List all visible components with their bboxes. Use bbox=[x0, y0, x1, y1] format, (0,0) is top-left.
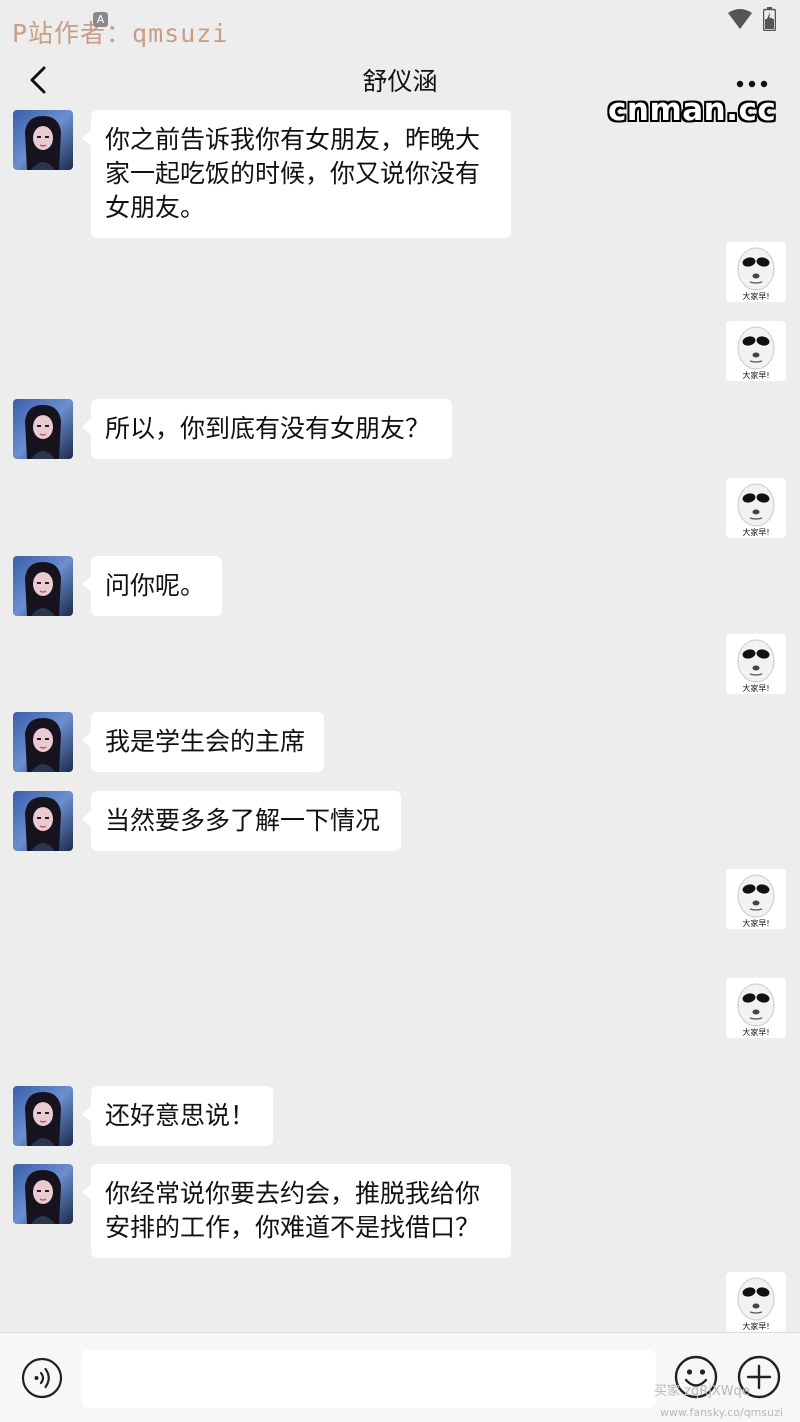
my-avatar[interactable]: 大家早! bbox=[726, 1272, 786, 1332]
svg-text:大家早!: 大家早! bbox=[742, 683, 769, 693]
message-text: 当然要多多了解一下情况 bbox=[105, 806, 381, 835]
battery-icon bbox=[763, 7, 776, 31]
meme-face-avatar-image: 大家早! bbox=[726, 321, 786, 381]
contact-avatar[interactable] bbox=[13, 791, 73, 851]
incoming-message-bubble[interactable]: 你之前告诉我你有女朋友，昨晚大 家一起吃饭的时候，你又说你没有 女朋友。 bbox=[82, 110, 511, 238]
message-text-line: 所以，你到底有没有女朋友？ bbox=[105, 412, 438, 446]
my-avatar[interactable]: 大家早! bbox=[726, 634, 786, 694]
svg-text:大家早!: 大家早! bbox=[742, 527, 769, 537]
girl-avatar-image bbox=[13, 399, 73, 459]
contact-avatar[interactable] bbox=[13, 110, 73, 170]
incoming-message-bubble[interactable]: 问你呢。 bbox=[82, 556, 222, 616]
my-avatar[interactable]: 大家早! bbox=[726, 321, 786, 381]
my-avatar[interactable]: 大家早! bbox=[726, 242, 786, 302]
my-avatar[interactable]: 大家早! bbox=[726, 869, 786, 929]
girl-avatar-image bbox=[13, 110, 73, 170]
message-text-line: 当然要多多了解一下情况 bbox=[105, 804, 387, 838]
meme-face-avatar-image: 大家早! bbox=[726, 869, 786, 929]
voice-icon bbox=[21, 1357, 63, 1399]
message-text-line: 我是学生会的主席 bbox=[105, 725, 310, 759]
meme-face-avatar-image: 大家早! bbox=[726, 978, 786, 1038]
girl-avatar-image bbox=[13, 1086, 73, 1146]
girl-avatar-image bbox=[13, 1164, 73, 1224]
my-avatar[interactable]: 大家早! bbox=[726, 478, 786, 538]
message-text: 安排的工作，你难道不是找借口？ bbox=[105, 1213, 481, 1242]
status-bar: P站作者：qmsuzi A bbox=[0, 0, 800, 52]
meme-face-avatar-image: 大家早! bbox=[726, 242, 786, 302]
meme-face-avatar-image: 大家早! bbox=[726, 634, 786, 694]
contact-avatar[interactable] bbox=[13, 556, 73, 616]
message-text: 家一起吃饭的时候，你又说你没有 bbox=[105, 159, 481, 188]
incoming-message-bubble[interactable]: 我是学生会的主席 bbox=[82, 712, 324, 772]
meme-face-avatar-image: 大家早! bbox=[726, 478, 786, 538]
message-text: 所以，你到底有没有女朋友？ bbox=[105, 414, 431, 443]
author-watermark: P站作者：qmsuzi bbox=[12, 19, 229, 48]
girl-avatar-image bbox=[13, 712, 73, 772]
signal-icon bbox=[728, 9, 752, 29]
chat-header: 舒仪涵 cnman.cc bbox=[0, 52, 800, 128]
message-text-line: 你之前告诉我你有女朋友，昨晚大 bbox=[105, 123, 497, 157]
notification-icon: A bbox=[93, 12, 108, 27]
incoming-message-bubble[interactable]: 你经常说你要去约会，推脱我给你 安排的工作，你难道不是找借口？ bbox=[82, 1164, 511, 1258]
meme-face-avatar-image: 大家早! bbox=[726, 1272, 786, 1332]
voice-button[interactable] bbox=[21, 1357, 63, 1399]
message-text: 女朋友。 bbox=[105, 193, 206, 222]
svg-text:大家早!: 大家早! bbox=[742, 291, 769, 301]
svg-text:大家早!: 大家早! bbox=[742, 1027, 769, 1037]
incoming-message-bubble[interactable]: 还好意思说！ bbox=[82, 1086, 273, 1146]
message-text: 我是学生会的主席 bbox=[105, 727, 306, 756]
message-text-line: 安排的工作，你难道不是找借口？ bbox=[105, 1211, 497, 1245]
message-text-line: 还好意思说！ bbox=[105, 1099, 259, 1133]
message-text-line: 女朋友。 bbox=[105, 191, 497, 225]
message-text: 你经常说你要去约会，推脱我给你 bbox=[105, 1179, 481, 1208]
my-avatar[interactable]: 大家早! bbox=[726, 978, 786, 1038]
contact-avatar[interactable] bbox=[13, 1164, 73, 1224]
girl-avatar-image bbox=[13, 791, 73, 851]
contact-avatar[interactable] bbox=[13, 399, 73, 459]
buyer-watermark: 买家 zqRjXWqe bbox=[654, 1384, 750, 1399]
svg-text:大家早!: 大家早! bbox=[742, 918, 769, 928]
svg-text:大家早!: 大家早! bbox=[742, 370, 769, 380]
incoming-message-bubble[interactable]: 所以，你到底有没有女朋友？ bbox=[82, 399, 452, 459]
svg-text:大家早!: 大家早! bbox=[742, 1321, 769, 1331]
message-text: 还好意思说！ bbox=[105, 1101, 256, 1130]
incoming-message-bubble[interactable]: 当然要多多了解一下情况 bbox=[82, 791, 401, 851]
message-text: 你之前告诉我你有女朋友，昨晚大 bbox=[105, 125, 481, 154]
ellipsis-icon bbox=[736, 80, 768, 88]
message-input[interactable] bbox=[82, 1350, 656, 1408]
contact-avatar[interactable] bbox=[13, 712, 73, 772]
girl-avatar-image bbox=[13, 556, 73, 616]
message-text-line: 你经常说你要去约会，推脱我给你 bbox=[105, 1177, 497, 1211]
message-text-line: 家一起吃饭的时候，你又说你没有 bbox=[105, 157, 497, 191]
message-list[interactable]: 你之前告诉我你有女朋友，昨晚大家一起吃饭的时候，你又说你没有女朋友。大家早!哈哈… bbox=[0, 110, 800, 1332]
message-text: 问你呢。 bbox=[105, 571, 206, 600]
url-watermark: www.fansky.co/qmsuzi bbox=[660, 1406, 783, 1419]
contact-avatar[interactable] bbox=[13, 1086, 73, 1146]
message-text-line: 问你呢。 bbox=[105, 569, 208, 603]
